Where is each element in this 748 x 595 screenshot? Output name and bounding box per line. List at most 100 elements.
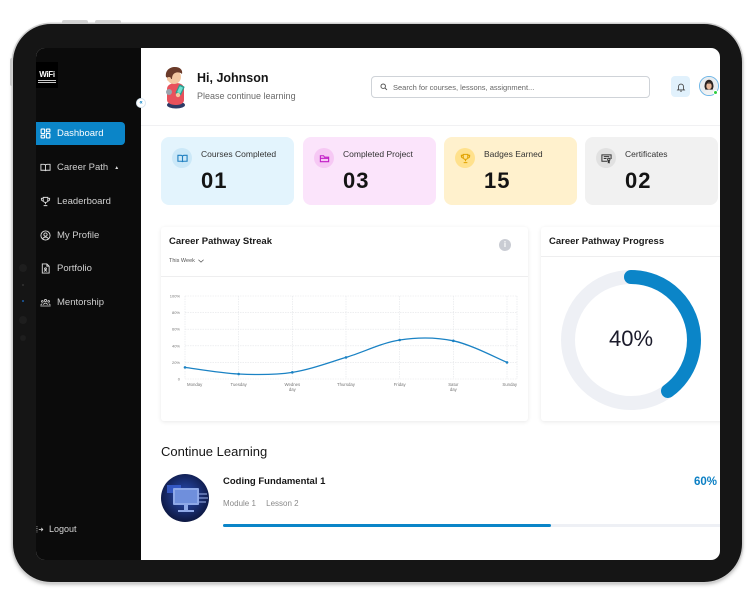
stat-value: 02 [625,168,652,193]
logo-underline [38,80,56,81]
x-tick-label: Tuesday [231,382,248,387]
sidebar-item-career-path[interactable]: Career Path ▲ [36,156,125,179]
stat-label: Certificates [625,149,668,159]
online-status-indicator [713,90,718,95]
data-point [452,339,455,343]
course-progress-percent: 60% [694,476,718,488]
bell-icon [676,83,685,92]
users-group-icon [40,297,51,308]
logo-text: WiFi [39,70,55,79]
data-point [183,366,187,369]
data-point [237,372,240,376]
x-tick-label: Friday [394,382,407,387]
collapse-sidebar-button[interactable]: « [136,98,146,108]
sidebar-item-label: Mentorship [57,297,104,308]
sidebar-item-label: Career Path [57,162,109,173]
folder-icon [314,148,334,168]
sidebar-item-label: Leaderboard [57,196,111,207]
sidebar-item-label: Portfolio [57,263,92,274]
logout-label: Logout [49,524,77,534]
portfolio-document-icon [40,263,51,274]
week-filter-dropdown[interactable]: This Week [169,258,204,264]
x-tick-label: day [289,387,297,392]
greeting-illustration [160,65,191,109]
stat-label: Completed Project [343,149,413,159]
progress-card-title: Career Pathway Progress [549,236,665,247]
x-tick-label: day [450,387,458,392]
search-icon [380,83,388,91]
sensor-dot [19,316,27,324]
stat-card-badges-earned[interactable]: Badges Earned 15 [444,137,577,205]
double-chevron-left-icon: « [139,100,143,106]
continue-learning-title: Continue Learning [161,444,268,459]
logo-underline [38,82,56,83]
book-open-icon [172,148,192,168]
course-progress-track [223,524,720,527]
y-tick-label: 100% [170,294,181,299]
x-tick-label: Sunday [502,382,517,387]
sidebar-item-label: Dashboard [57,128,104,139]
stat-label: Courses Completed [201,149,277,159]
sidebar-item-dashboard[interactable]: Dashboard [36,122,125,145]
trophy-icon [455,148,475,168]
week-filter-label: This Week [169,258,195,264]
streak-card: Career Pathway Streak This Week i 0 20% 40… [161,227,528,421]
stat-value: 15 [484,168,511,193]
logout-button[interactable]: Logout [36,522,77,536]
sidebar-item-mentorship[interactable]: Mentorship [36,291,125,314]
search-input[interactable] [393,82,633,92]
book-open-icon [40,162,51,173]
course-module: Module 1 [223,499,256,508]
logout-icon [36,525,44,533]
stat-label: Badges Earned [484,149,543,159]
progress-card: Career Pathway Progress 40% [541,227,720,421]
header-divider [141,125,720,126]
caret-up-icon[interactable]: ▲ [114,165,119,171]
sensor-dot [20,335,26,341]
sensor-dot [22,284,24,286]
x-tick-label: Monday [187,382,203,387]
stat-card-certificates[interactable]: Certificates 02 [585,137,718,205]
sidebar-item-portfolio[interactable]: Portfolio [36,257,125,280]
data-point [344,356,348,359]
stat-card-courses-completed[interactable]: Courses Completed 01 [161,137,294,205]
trophy-icon [40,196,51,207]
greeting-title: Hi, Johnson [197,71,269,85]
stat-value: 03 [343,168,370,193]
course-title[interactable]: Coding Fundamental 1 [223,476,325,487]
stat-value: 01 [201,168,228,193]
course-meta: Module 1 Lesson 2 [223,499,307,508]
sidebar: WiFi Dashboard Career Path ▲ Leaderboard [36,48,141,560]
streak-chart: 020%40%60%80%100%Monday Tuesday WednesdayT… [170,294,518,393]
data-point [398,338,401,342]
stat-card-completed-project[interactable]: Completed Project 03 [303,137,436,205]
camera-lens-dot [22,300,24,302]
camera-dot [19,264,27,272]
course-progress-fill [223,524,552,527]
x-tick-label: Thursday [337,382,356,387]
certificate-icon [596,148,616,168]
y-tick-label: 20% [172,360,180,365]
sidebar-item-leaderboard[interactable]: Leaderboard [36,190,125,213]
y-tick-label: 0 [178,377,181,382]
sidebar-item-my-profile[interactable]: My Profile [36,224,125,247]
progress-percent-label: 40% [608,326,654,351]
info-icon[interactable]: i [499,239,511,251]
search-box[interactable] [371,76,650,98]
data-point [291,371,294,374]
data-point [505,361,509,364]
course-lesson: Lesson 2 [266,499,299,508]
logo[interactable]: WiFi [36,62,58,88]
app-screen: WiFi Dashboard Career Path ▲ Leaderboard [36,48,720,560]
streak-card-title: Career Pathway Streak [169,236,272,247]
user-circle-icon [40,230,51,241]
card-divider [541,256,720,257]
greeting-subtitle: Please continue learning [197,91,296,101]
dashboard-grid-icon [40,128,51,139]
y-tick-label: 80% [172,310,180,315]
info-glyph: i [503,240,507,249]
y-tick-label: 40% [172,343,180,348]
course-thumbnail[interactable] [161,474,209,522]
notifications-button[interactable] [671,76,690,97]
sidebar-item-label: My Profile [57,230,100,241]
